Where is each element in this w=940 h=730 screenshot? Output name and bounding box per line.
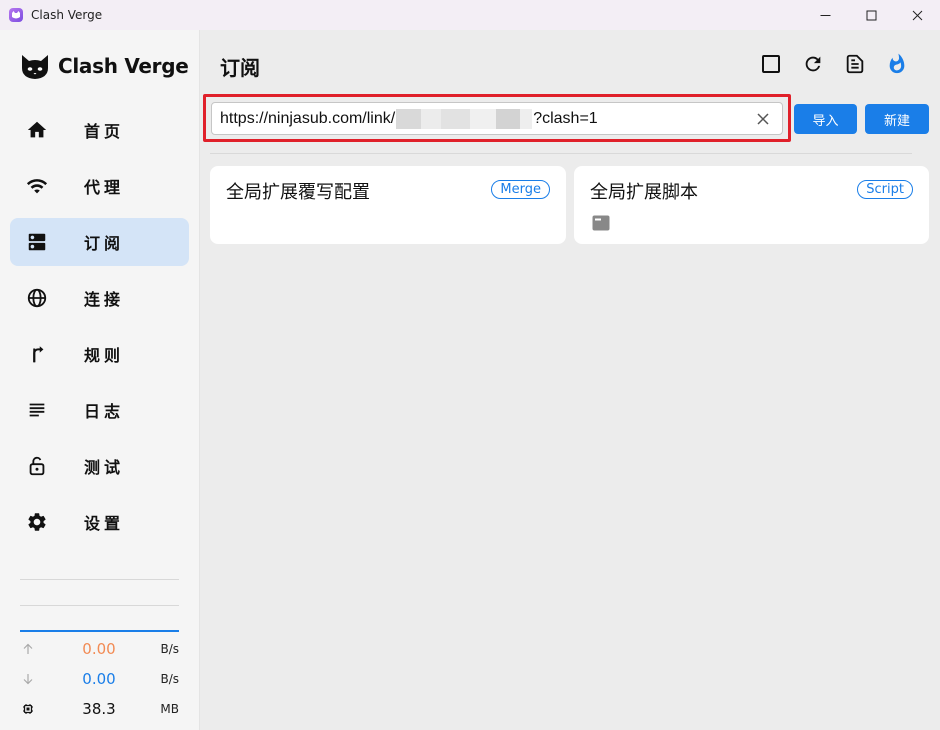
divider: [20, 605, 179, 606]
close-button[interactable]: [894, 0, 940, 30]
divider: [20, 579, 179, 580]
sidebar-item-settings[interactable]: 设置: [10, 498, 189, 546]
download-stat: 0.00 B/s: [20, 669, 179, 689]
sidebar-item-test[interactable]: 测试: [10, 442, 189, 490]
merge-profile-card[interactable]: 全局扩展覆写配置 Merge: [210, 166, 566, 244]
sidebar-item-label: 测试: [84, 458, 125, 477]
sidebar-item-label: 设置: [84, 514, 125, 533]
select-mode-button[interactable]: [750, 50, 792, 78]
download-speed: 0.00: [82, 670, 116, 688]
upload-unit: B/s: [160, 642, 179, 656]
upload-speed: 0.00: [82, 640, 116, 658]
sidebar-item-connections[interactable]: 连接: [10, 274, 189, 322]
memory-unit: MB: [160, 702, 179, 716]
import-button[interactable]: 导入: [794, 104, 857, 134]
wifi-icon: [24, 173, 50, 199]
maximize-button[interactable]: [848, 0, 894, 30]
minimize-icon: [820, 14, 830, 16]
flame-icon: [889, 53, 905, 74]
script-file-icon: [592, 215, 610, 231]
page-title: 订阅: [220, 56, 260, 80]
lines-icon: [24, 397, 50, 423]
url-suffix: ?clash=1: [533, 109, 598, 127]
card-title: 全局扩展覆写配置: [226, 182, 370, 203]
script-profile-card[interactable]: 全局扩展脚本 Script: [574, 166, 929, 244]
traffic-graph-line: [20, 630, 179, 632]
sidebar-item-logs[interactable]: 日志: [10, 386, 189, 434]
arrow-up-icon: [20, 641, 36, 657]
memory-chip-icon: [20, 701, 36, 717]
dns-icon: [24, 229, 50, 255]
minimize-button[interactable]: [802, 0, 848, 30]
sidebar-item-label: 规则: [84, 346, 125, 365]
redacted-segment: [396, 108, 533, 129]
close-icon: [912, 10, 922, 20]
script-badge: Script: [857, 180, 913, 199]
cat-logo-icon: [22, 55, 48, 79]
sidebar-nav: 首页 代理 订阅 连接 规则 日志 测试 设置: [10, 106, 189, 554]
reactivate-button[interactable]: [876, 50, 918, 78]
upload-stat: 0.00 B/s: [20, 639, 179, 659]
unlock-icon: [24, 453, 50, 479]
view-document-button[interactable]: [834, 50, 876, 78]
sidebar-item-proxy[interactable]: 代理: [10, 162, 189, 210]
new-button[interactable]: 新建: [865, 104, 929, 134]
memory-usage: 38.3: [82, 700, 116, 718]
card-title: 全局扩展脚本: [590, 182, 698, 203]
sidebar-item-label: 代理: [84, 178, 125, 197]
url-prefix: https://ninjasub.com/link/: [220, 109, 396, 127]
sidebar-item-label: 连接: [84, 290, 125, 309]
document-icon: [846, 54, 864, 74]
globe-icon: [24, 285, 50, 311]
refresh-icon: [805, 56, 821, 72]
app-icon: [9, 8, 23, 22]
maximize-icon: [866, 10, 876, 20]
subscription-url-input[interactable]: https://ninjasub.com/link/ ?clash=1: [211, 102, 783, 135]
arrow-down-icon: [20, 671, 36, 687]
toolbar: [750, 50, 918, 78]
clear-icon: [757, 113, 769, 125]
memory-stat: 38.3 MB: [20, 699, 179, 719]
logo-text: Clash Verge: [58, 54, 189, 78]
home-icon: [24, 117, 50, 143]
clear-input-button[interactable]: [754, 110, 772, 128]
sidebar-item-subscription[interactable]: 订阅: [10, 218, 189, 266]
sidebar-item-home[interactable]: 首页: [10, 106, 189, 154]
gear-icon: [24, 509, 50, 535]
title-bar: Clash Verge: [0, 0, 940, 30]
sidebar-item-rules[interactable]: 规则: [10, 330, 189, 378]
square-icon: [762, 55, 780, 73]
sidebar-item-label: 订阅: [84, 234, 125, 253]
logo: Clash Verge: [20, 50, 189, 82]
sidebar: Clash Verge 首页 代理 订阅 连接 规则 日志 测试 设置 0.00…: [0, 30, 200, 730]
refresh-button[interactable]: [792, 50, 834, 78]
url-text: https://ninjasub.com/link/ ?clash=1: [220, 108, 598, 129]
download-unit: B/s: [160, 672, 179, 686]
merge-badge: Merge: [491, 180, 550, 199]
fork-arrow-icon: [24, 341, 50, 367]
window-title: Clash Verge: [31, 8, 103, 22]
sidebar-item-label: 首页: [84, 122, 125, 141]
sidebar-item-label: 日志: [84, 402, 125, 421]
content-divider: [210, 153, 912, 154]
